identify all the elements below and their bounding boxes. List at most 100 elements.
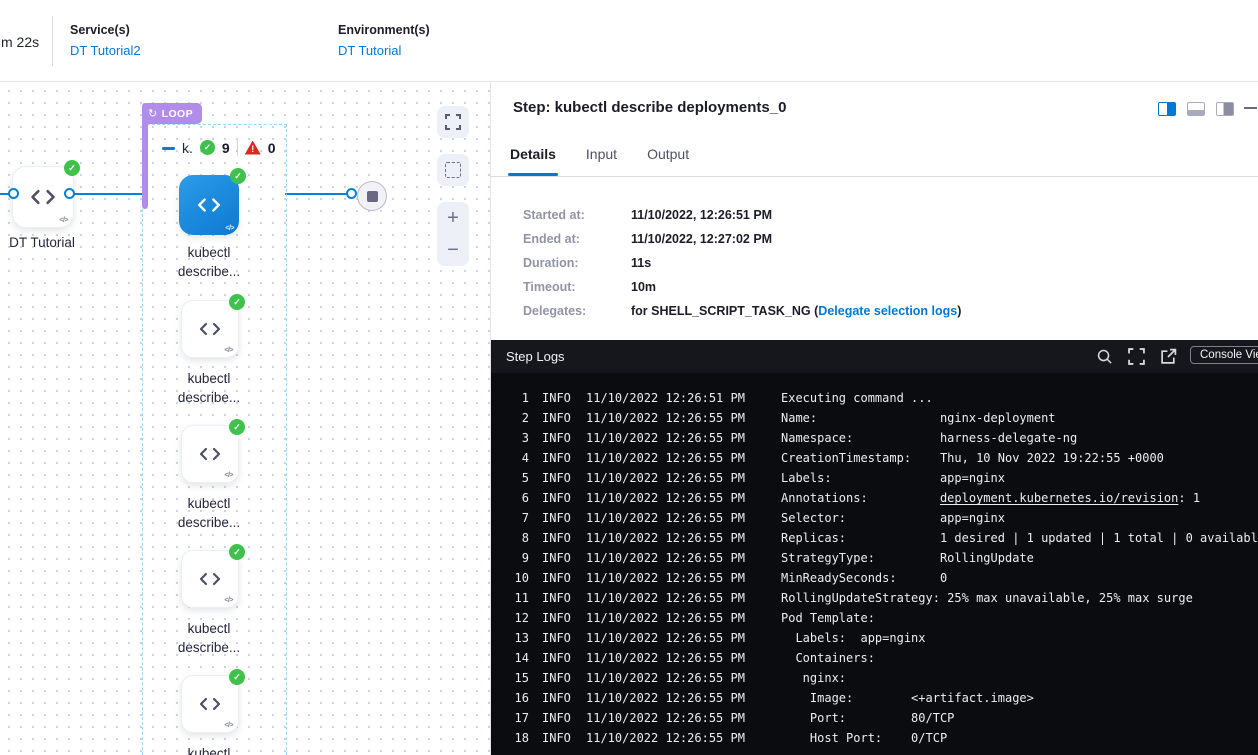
delegate-selection-logs-link[interactable]: Delegate selection logs [818, 304, 957, 318]
log-annotation-link[interactable]: deployment.kubernetes.io/revision [940, 491, 1178, 505]
connector-port[interactable] [64, 188, 75, 199]
stop-icon [367, 191, 378, 202]
connector-port[interactable] [346, 188, 357, 199]
zoom-in-button[interactable]: + [437, 202, 469, 234]
environment-label: Environment(s) [338, 23, 430, 37]
log-line-number: 4 [506, 448, 529, 468]
step-node[interactable]: </>✓ [181, 550, 239, 608]
code-icon [198, 442, 222, 466]
environment-link[interactable]: DT Tutorial [338, 43, 430, 58]
success-count: 9 [222, 140, 230, 156]
log-message: Executing command ... [781, 388, 933, 408]
step-logs-title: Step Logs [506, 349, 565, 364]
log-line-number: 2 [506, 408, 529, 428]
log-line: 15INFO11/10/2022 12:26:55 PM nginx: [506, 668, 1258, 688]
log-level: INFO [542, 648, 586, 668]
step-node-label: kubectl describe... [161, 243, 257, 281]
log-level: INFO [542, 428, 586, 448]
minimize-panel-icon[interactable] [1244, 107, 1257, 109]
step-node-label: kubectl describe... [161, 619, 257, 657]
layout-bottom-view-icon[interactable] [1187, 102, 1205, 116]
detail-value: 10m [631, 280, 656, 294]
search-icon[interactable] [1096, 348, 1113, 365]
log-line: 18INFO11/10/2022 12:26:55 PM Host Port: … [506, 728, 1258, 748]
header-divider [52, 16, 53, 66]
log-message: Namespace: harness-delegate-ng [781, 428, 1077, 448]
log-level: INFO [542, 708, 586, 728]
layout-toggles [491, 102, 1258, 118]
marquee-icon [445, 162, 461, 178]
step-node-label: kubectl describe... [161, 369, 257, 407]
step-node[interactable]: </>✓ [181, 425, 239, 483]
log-message: Replicas: 1 desired | 1 updated | 1 tota… [781, 528, 1258, 548]
log-line-number: 16 [506, 688, 529, 708]
layout-right-view-icon[interactable] [1216, 102, 1234, 116]
tab-input[interactable]: Input [584, 140, 619, 176]
log-line-number: 3 [506, 428, 529, 448]
log-lines[interactable]: 1INFO11/10/2022 12:26:51 PMExecuting com… [491, 373, 1258, 755]
log-message: RollingUpdateStrategy: 25% max unavailab… [781, 588, 1193, 608]
log-level: INFO [542, 688, 586, 708]
log-level: INFO [542, 388, 586, 408]
step-details-panel: Step: kubectl describe deployments_0 Det… [490, 82, 1258, 755]
log-line-number: 13 [506, 628, 529, 648]
marquee-select-button[interactable] [437, 154, 469, 186]
step-node-label: kubectl describe... [161, 744, 257, 755]
fullscreen-icon [445, 114, 461, 130]
end-node[interactable] [357, 181, 387, 211]
log-message: MinReadySeconds: 0 [781, 568, 947, 588]
code-icon-small: </> [224, 347, 233, 354]
zoom-out-button[interactable]: − [437, 234, 469, 266]
loop-group-name: k. [182, 140, 193, 156]
log-message: Selector: app=nginx [781, 508, 1005, 528]
success-badge: ✓ [229, 669, 245, 685]
log-line-number: 7 [506, 508, 529, 528]
tab-details[interactable]: Details [508, 140, 558, 176]
log-message: nginx: [781, 668, 846, 688]
console-view-button[interactable]: Console View [1190, 346, 1258, 364]
step-node[interactable]: </>✓ [181, 675, 239, 733]
log-level: INFO [542, 568, 586, 588]
log-line-number: 12 [506, 608, 529, 628]
count-divider [237, 139, 238, 156]
step-node[interactable]: </>✓ [179, 175, 239, 235]
fullscreen-icon[interactable] [1128, 348, 1145, 365]
connector-port[interactable] [8, 188, 19, 199]
log-message: Labels: app=nginx [781, 628, 926, 648]
service-link[interactable]: DT Tutorial2 [70, 43, 141, 58]
log-timestamp: 11/10/2022 12:26:55 PM [586, 668, 781, 688]
tab-output[interactable]: Output [645, 140, 691, 176]
detail-label: Duration: [523, 256, 631, 270]
log-timestamp: 11/10/2022 12:26:55 PM [586, 508, 781, 528]
log-message: Labels: app=nginx [781, 468, 1005, 488]
fit-to-screen-button[interactable] [437, 106, 469, 138]
code-icon-small: </> [224, 722, 233, 729]
log-line: 9INFO11/10/2022 12:26:55 PMStrategyType:… [506, 548, 1258, 568]
log-level: INFO [542, 528, 586, 548]
pipeline-canvas[interactable]: ↻ LOOP k. ✓ 9 ! 0 </> ✓ DT Tutorial </>✓… [0, 82, 490, 755]
layout-split-view-icon[interactable] [1158, 102, 1176, 116]
detail-label: Timeout: [523, 280, 631, 294]
log-level: INFO [542, 468, 586, 488]
log-level: INFO [542, 408, 586, 428]
collapse-icon[interactable] [162, 147, 175, 151]
detail-label: Started at: [523, 208, 631, 222]
log-timestamp: 11/10/2022 12:26:55 PM [586, 628, 781, 648]
execution-header: m 22s Service(s) DT Tutorial2 Environmen… [0, 0, 1258, 82]
log-level: INFO [542, 548, 586, 568]
edge-line [70, 193, 143, 195]
loop-badge[interactable]: ↻ LOOP [142, 103, 202, 124]
log-message: Containers: [781, 648, 875, 668]
log-line-number: 15 [506, 668, 529, 688]
stage-node-label: DT Tutorial [0, 233, 90, 252]
log-timestamp: 11/10/2022 12:26:55 PM [586, 548, 781, 568]
step-node[interactable]: </>✓ [181, 300, 239, 358]
detail-row: Ended at:11/10/2022, 12:27:02 PM [523, 227, 961, 251]
log-message: Annotations: deployment.kubernetes.io/re… [781, 488, 1200, 508]
detail-row: Timeout:10m [523, 275, 961, 299]
log-level: INFO [542, 608, 586, 628]
code-icon-small: </> [224, 597, 233, 604]
open-in-new-window-icon[interactable] [1160, 348, 1177, 365]
log-line: 1INFO11/10/2022 12:26:51 PMExecuting com… [506, 388, 1258, 408]
service-label: Service(s) [70, 23, 141, 37]
